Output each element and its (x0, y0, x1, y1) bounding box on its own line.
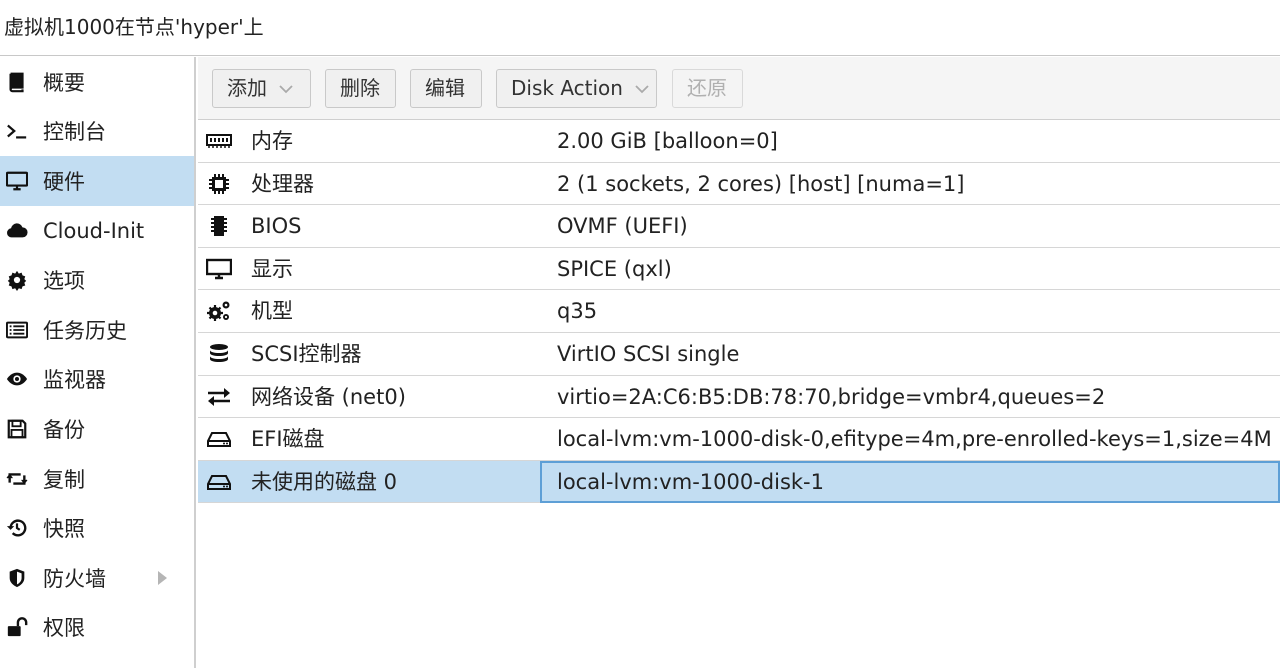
remove-button[interactable]: 删除 (325, 69, 396, 108)
hardware-panel: 添加 删除 编辑 Disk Action 还原 内存 2.00 GiB [bal… (198, 57, 1280, 668)
sidebar-item-label: 复制 (43, 467, 85, 492)
sidebar-item-options[interactable]: 选项 (0, 255, 194, 305)
hdd-icon (204, 418, 234, 460)
sidebar-item-label: 权限 (43, 616, 85, 641)
cpu-icon (204, 163, 234, 205)
hardware-row-unused-disk[interactable]: 未使用的磁盘 0 local-lvm:vm-1000-disk-1 (198, 460, 1280, 504)
cloud-icon (0, 219, 34, 243)
hardware-name: 显示 (251, 256, 293, 281)
hardware-row-machine[interactable]: 机型 q35 (198, 290, 1280, 333)
hardware-grid: 内存 2.00 GiB [balloon=0] 处理器 2 (1 sockets… (198, 120, 1280, 504)
hardware-value: VirtIO SCSI single (557, 341, 740, 366)
eye-icon (0, 367, 34, 391)
chevron-down-icon (635, 84, 649, 94)
toolbar: 添加 删除 编辑 Disk Action 还原 (198, 57, 1280, 120)
sidebar-item-backup[interactable]: 备份 (0, 404, 194, 454)
sidebar-item-label: 快照 (43, 517, 85, 542)
gear-icon (0, 268, 34, 292)
sidebar-item-label: 备份 (43, 417, 85, 442)
window-title: 虚拟机1000在节点'hyper'上 (0, 0, 1280, 56)
cogs-icon (204, 290, 234, 332)
sidebar-item-replication[interactable]: 复制 (0, 454, 194, 504)
sidebar-item-label: 概要 (43, 70, 85, 95)
hardware-name: EFI磁盘 (251, 427, 325, 452)
shield-icon (0, 566, 34, 590)
add-button-label: 添加 (227, 76, 267, 100)
list-icon (0, 318, 34, 342)
revert-button[interactable]: 还原 (672, 69, 743, 108)
sidebar-item-label: 任务历史 (43, 318, 127, 343)
hardware-name: BIOS (251, 214, 302, 239)
hdd-icon (204, 461, 234, 503)
sidebar-item-task-history[interactable]: 任务历史 (0, 305, 194, 355)
exchange-icon (204, 376, 234, 418)
hardware-row-scsi-controller[interactable]: SCSI控制器 VirtIO SCSI single (198, 333, 1280, 376)
hardware-value: 2.00 GiB [balloon=0] (557, 129, 778, 153)
sidebar-item-label: 控制台 (43, 120, 106, 145)
sidebar-item-monitor[interactable]: 监视器 (0, 355, 194, 405)
disk-action-button[interactable]: Disk Action (496, 69, 657, 108)
hardware-value: q35 (557, 299, 598, 324)
revert-button-label: 还原 (687, 76, 727, 100)
hardware-value: OVMF (UEFI) (557, 214, 688, 239)
hardware-row-processor[interactable]: 处理器 2 (1 sockets, 2 cores) [host] [numa=… (198, 163, 1280, 206)
retweet-icon (0, 467, 34, 491)
hardware-name: 处理器 (251, 171, 314, 196)
terminal-icon (0, 119, 34, 143)
sidebar-item-cloud-init[interactable]: Cloud-Init (0, 206, 194, 256)
hardware-name: 网络设备 (net0) (251, 384, 406, 409)
hardware-value: local-lvm:vm-1000-disk-1 (557, 469, 824, 494)
hardware-value: 2 (1 sockets, 2 cores) [host] [numa=1] (557, 171, 965, 196)
database-icon (204, 333, 234, 375)
remove-button-label: 删除 (340, 76, 380, 100)
sidebar-item-console[interactable]: 控制台 (0, 107, 194, 157)
disk-action-button-label: Disk Action (511, 76, 623, 100)
hardware-value: virtio=2A:C6:B5:DB:78:70,bridge=vmbr4,qu… (557, 384, 1106, 409)
sidebar-item-label: 监视器 (43, 368, 106, 393)
memory-icon (204, 120, 234, 162)
hardware-row-network[interactable]: 网络设备 (net0) virtio=2A:C6:B5:DB:78:70,bri… (198, 376, 1280, 419)
sidebar-item-permissions[interactable]: 权限 (0, 603, 194, 653)
sidebar-item-label: 硬件 (43, 169, 85, 194)
monitor-icon (204, 248, 234, 290)
sidebar-item-label: Cloud-Init (43, 218, 145, 243)
desktop-icon (0, 169, 34, 193)
hardware-row-efi-disk[interactable]: EFI磁盘 local-lvm:vm-1000-disk-0,efitype=4… (198, 418, 1280, 461)
book-icon (0, 70, 34, 94)
sidebar-item-label: 防火墙 (43, 566, 106, 591)
edit-button-label: 编辑 (425, 76, 465, 100)
chevron-down-icon (279, 84, 293, 94)
sidebar-item-snapshot[interactable]: 快照 (0, 503, 194, 553)
sidebar-item-hardware[interactable]: 硬件 (0, 156, 194, 206)
hardware-value: local-lvm:vm-1000-disk-0,efitype=4m,pre-… (557, 427, 1272, 452)
sidebar-nav: 概要 控制台 硬件 Cloud-Init 选项 任务历史 监视器 备份 复制 快… (0, 57, 196, 668)
hardware-value: SPICE (qxl) (557, 256, 672, 281)
floppy-icon (0, 417, 34, 441)
sidebar-item-firewall[interactable]: 防火墙 (0, 553, 194, 603)
edit-button[interactable]: 编辑 (410, 69, 482, 108)
history-icon (0, 516, 34, 540)
chip-icon (204, 205, 234, 247)
hardware-row-bios[interactable]: BIOS OVMF (UEFI) (198, 205, 1280, 248)
sidebar-item-label: 选项 (43, 269, 85, 294)
hardware-row-display[interactable]: 显示 SPICE (qxl) (198, 248, 1280, 291)
add-button[interactable]: 添加 (212, 69, 311, 108)
hardware-name: SCSI控制器 (251, 341, 362, 366)
sidebar-item-summary[interactable]: 概要 (0, 57, 194, 107)
hardware-row-memory[interactable]: 内存 2.00 GiB [balloon=0] (198, 120, 1280, 163)
expand-arrow-icon[interactable] (158, 570, 167, 585)
hardware-name: 机型 (251, 299, 293, 324)
hardware-name: 未使用的磁盘 0 (251, 469, 398, 494)
unlock-icon (0, 615, 34, 639)
hardware-name: 内存 (251, 129, 293, 153)
